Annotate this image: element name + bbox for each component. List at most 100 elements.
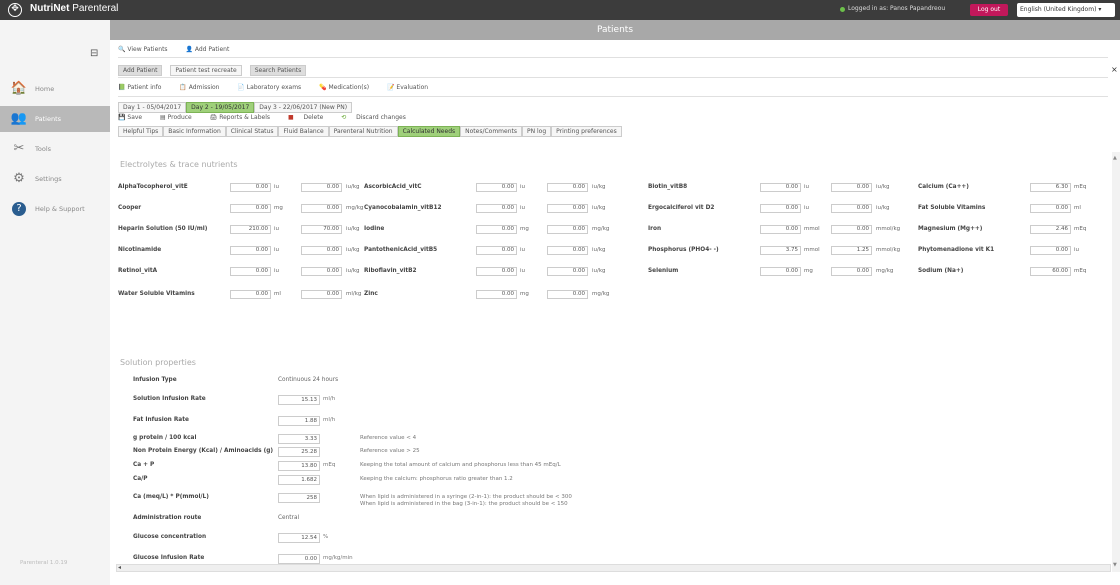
nutrient-per-kg-input[interactable]: 0.00 bbox=[547, 204, 588, 213]
nutrient-unit: mEq bbox=[1074, 268, 1087, 274]
nutrient-per-kg-input[interactable]: 0.00 bbox=[831, 183, 872, 192]
solution-property-input[interactable]: 13.80 bbox=[278, 461, 320, 471]
discard-changes-button[interactable]: ⟲ Discard changes bbox=[341, 114, 414, 121]
nutrient-value-input[interactable]: 2.46 bbox=[1030, 225, 1071, 234]
nutrient-per-kg-input[interactable]: 70.00 bbox=[301, 225, 342, 234]
nutrient-per-kg-input[interactable]: 0.00 bbox=[301, 246, 342, 255]
reports-labels-button[interactable]: 🖨 Reports & Labels bbox=[210, 114, 278, 121]
nutrient-value-input[interactable]: 0.00 bbox=[230, 204, 271, 213]
solution-property-value: Central bbox=[278, 515, 300, 521]
sidebar-item-help[interactable]: ? Help & Support bbox=[0, 196, 110, 222]
patient-tabs: Add Patient Patient test recreate Search P… bbox=[118, 65, 314, 76]
laboratory-exams-button[interactable]: 📄 Laboratory exams bbox=[237, 84, 309, 91]
tab-calculated-needs[interactable]: Calculated Needs bbox=[397, 126, 461, 137]
tab-helpful-tips[interactable]: Helpful Tips bbox=[118, 126, 164, 137]
solution-property-input[interactable]: 25.28 bbox=[278, 447, 320, 457]
nutrient-value-input[interactable]: 0.00 bbox=[1030, 204, 1071, 213]
tab-day-3[interactable]: Day 3 - 22/06/2017 (New PN) bbox=[254, 102, 353, 113]
tab-pn-log[interactable]: PN log bbox=[522, 126, 552, 137]
scroll-up-arrow-icon[interactable]: ▲ bbox=[1113, 155, 1117, 161]
scroll-left-arrow-icon[interactable]: ◂ bbox=[118, 564, 121, 571]
nutrient-per-kg-unit: iu/kg bbox=[346, 268, 360, 274]
nutrient-per-kg-input[interactable]: 0.00 bbox=[301, 204, 342, 213]
solution-property-input[interactable]: 15.13 bbox=[278, 395, 320, 405]
nutrient-value-input[interactable]: 0.00 bbox=[760, 204, 801, 213]
nutrient-value-input[interactable]: 0.00 bbox=[476, 225, 517, 234]
nutrient-value-input[interactable]: 6.30 bbox=[1030, 183, 1071, 192]
nutrient-per-kg-input[interactable]: 0.00 bbox=[831, 204, 872, 213]
nutrient-per-kg-input[interactable]: 0.00 bbox=[831, 267, 872, 276]
delete-button[interactable]: ■ Delete bbox=[288, 114, 331, 121]
sidebar-item-settings[interactable]: ⚙ Settings bbox=[0, 166, 110, 192]
nutrient-per-kg-input[interactable]: 0.00 bbox=[301, 267, 342, 276]
nutrient-per-kg-input[interactable]: 0.00 bbox=[301, 183, 342, 192]
nutrient-value-input[interactable]: 0.00 bbox=[230, 246, 271, 255]
evaluation-button[interactable]: 📝 Evaluation bbox=[387, 84, 436, 91]
nutrient-value-input[interactable]: 0.00 bbox=[476, 246, 517, 255]
nutrient-value-input[interactable]: 0.00 bbox=[1030, 246, 1071, 255]
solution-property-input[interactable]: 3.33 bbox=[278, 434, 320, 444]
solution-property-input[interactable]: 1.682 bbox=[278, 475, 320, 485]
nutrient-value-input[interactable]: 0.00 bbox=[230, 267, 271, 276]
nutrient-value-input[interactable]: 0.00 bbox=[476, 290, 517, 299]
tab-day-1[interactable]: Day 1 - 05/04/2017 bbox=[118, 102, 187, 113]
nutrient-name: Phosphorus (PHO4- -) bbox=[648, 247, 719, 253]
vertical-scrollbar[interactable] bbox=[1112, 152, 1120, 572]
nutrient-value-input[interactable]: 0.00 bbox=[760, 225, 801, 234]
solution-property-input[interactable]: 0.00 bbox=[278, 554, 320, 564]
horizontal-scrollbar[interactable] bbox=[116, 564, 1111, 572]
produce-button[interactable]: ▤ Produce bbox=[160, 114, 200, 121]
nutrient-value-input[interactable]: 210.00 bbox=[230, 225, 271, 234]
nutrient-per-kg-input[interactable]: 0.00 bbox=[547, 183, 588, 192]
add-patient-button[interactable]: 👤 Add Patient bbox=[185, 46, 237, 53]
scroll-down-arrow-icon[interactable]: ▼ bbox=[1113, 562, 1117, 568]
tab-notes-comments[interactable]: Notes/Comments bbox=[460, 126, 522, 137]
logout-button[interactable]: Log out bbox=[970, 4, 1008, 16]
view-patients-button[interactable]: 🔍 View Patients bbox=[118, 46, 176, 53]
nutrient-per-kg-input[interactable]: 0.00 bbox=[831, 225, 872, 234]
nutrient-value-input[interactable]: 0.00 bbox=[230, 183, 271, 192]
tab-day-2[interactable]: Day 2 - 19/05/2017 bbox=[186, 102, 255, 113]
tab-printing-preferences[interactable]: Printing preferences bbox=[551, 126, 622, 137]
app-title: NutriNet Parenteral bbox=[30, 3, 119, 14]
close-icon[interactable]: × bbox=[1111, 65, 1118, 74]
nutrient-value-input[interactable]: 0.00 bbox=[760, 183, 801, 192]
nutrient-per-kg-input[interactable]: 0.00 bbox=[547, 290, 588, 299]
tab-search-patients[interactable]: Search Patients bbox=[249, 65, 307, 76]
nutrient-name: AlphaTocopherol_vitE bbox=[118, 184, 188, 190]
language-select[interactable]: English (United Kingdom) ▾ bbox=[1017, 3, 1115, 17]
nutrient-value-input[interactable]: 0.00 bbox=[476, 183, 517, 192]
nutrient-value-input[interactable]: 0.00 bbox=[476, 267, 517, 276]
sidebar-item-patients[interactable]: 👥 Patients bbox=[0, 106, 110, 132]
nutrient-per-kg-input[interactable]: 1.25 bbox=[831, 246, 872, 255]
nutrient-value-input[interactable]: 0.00 bbox=[476, 204, 517, 213]
tab-fluid-balance[interactable]: Fluid Balance bbox=[278, 126, 329, 137]
solution-property-input[interactable]: 12.54 bbox=[278, 533, 320, 543]
sidebar-collapse-icon[interactable]: ⊟ bbox=[90, 48, 98, 59]
nutrient-value-input[interactable]: 60.00 bbox=[1030, 267, 1071, 276]
tab-clinical-status[interactable]: Clinical Status bbox=[225, 126, 279, 137]
nutrient-per-kg-input[interactable]: 0.00 bbox=[301, 290, 342, 299]
tab-basic-information[interactable]: Basic Information bbox=[163, 126, 226, 137]
section-tabs: Helpful Tips Basic Information Clinical St… bbox=[118, 126, 630, 137]
main-panel: 🔍 View Patients 👤 Add Patient Add Patien… bbox=[110, 40, 1120, 585]
nutrient-value-input[interactable]: 0.00 bbox=[760, 267, 801, 276]
patient-info-button[interactable]: 📗 Patient info bbox=[118, 84, 169, 91]
nutrient-value-input[interactable]: 3.75 bbox=[760, 246, 801, 255]
nutrient-value-input[interactable]: 0.00 bbox=[230, 290, 271, 299]
medications-button[interactable]: 💊 Medication(s) bbox=[319, 84, 377, 91]
solution-property-input[interactable]: 258 bbox=[278, 493, 320, 503]
tab-patient-test[interactable]: Patient test recreate bbox=[170, 65, 242, 76]
nutrient-per-kg-input[interactable]: 0.00 bbox=[547, 267, 588, 276]
sidebar-item-home[interactable]: 🏠 Home bbox=[0, 76, 110, 102]
solution-property-input[interactable]: 1.88 bbox=[278, 416, 320, 426]
admission-button[interactable]: 📋 Admission bbox=[179, 84, 227, 91]
tab-parenteral-nutrition[interactable]: Parenteral Nutrition bbox=[328, 126, 398, 137]
tab-add-patient[interactable]: Add Patient bbox=[118, 65, 163, 76]
nutrient-per-kg-input[interactable]: 0.00 bbox=[547, 246, 588, 255]
save-button[interactable]: 💾 Save bbox=[118, 114, 150, 121]
sidebar-item-tools[interactable]: ✂ Tools bbox=[0, 136, 110, 162]
nutrient-name: AscorbicAcid_vitC bbox=[364, 184, 422, 190]
nutrient-per-kg-input[interactable]: 0.00 bbox=[547, 225, 588, 234]
nutrient-name: Riboflavin_vitB2 bbox=[364, 268, 417, 274]
